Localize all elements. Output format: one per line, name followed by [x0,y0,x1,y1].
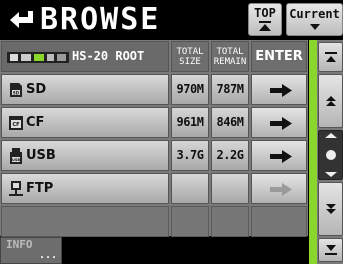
scroll-to-top-button[interactable] [318,42,343,72]
table-row-empty [0,205,308,238]
scroll-to-bottom-button[interactable] [318,238,343,262]
top-button[interactable]: TOP [248,3,282,36]
svg-text:SD: SD [13,90,20,95]
current-button-label: Current [289,7,340,21]
info-more-indicator: ... [38,250,57,261]
page-title: BROWSE [40,2,161,37]
total-remain-header: TOTAL REMAIN [211,41,249,72]
back-arrow-icon[interactable] [6,8,36,32]
enter-header: ENTER [251,41,307,72]
scroll-bottom-icon [324,245,337,255]
total-size-header: TOTAL SIZE [171,41,209,72]
browse-table: HS-20 ROOT TOTAL SIZE TOTAL REMAIN ENTER… [0,40,308,238]
enter-button[interactable] [251,74,307,105]
total-remain-value: 846M [211,107,249,138]
right-arrow-icon [270,84,292,97]
device-label: FTP [26,181,54,196]
svg-text:CF: CF [12,122,19,128]
table-row: SD SD 970M 787M [0,73,308,106]
empty-cell [251,206,307,237]
scroll-thumb[interactable] [318,130,343,180]
page-up-icon [325,96,336,106]
scroll-thumb-icon [324,133,337,177]
scroll-rail [309,40,317,264]
header-bar: BROWSE TOP Current [0,0,343,40]
device-label: SD [26,82,47,97]
total-size-value: 3.7G [171,140,209,171]
page-up-button[interactable] [318,74,343,128]
usb-icon: USB [10,148,22,164]
device-label: CF [26,115,45,130]
svg-text:USB: USB [12,158,20,162]
root-label: HS-20 ROOT [72,49,145,63]
device-name-cell[interactable]: SD SD [1,74,169,105]
device-name-cell[interactable]: CF CF [1,107,169,138]
ftp-icon [9,181,23,196]
total-remain-value: 787M [211,74,249,105]
current-button[interactable]: Current [286,3,343,36]
total-size-value: 961M [171,107,209,138]
sd-card-icon: SD [10,83,22,97]
empty-cell [211,206,249,237]
device-name-cell[interactable]: FTP [1,173,169,204]
top-button-label: TOP [254,6,276,20]
up-arrow-icon [259,24,271,31]
media-slots-icon [7,52,69,63]
total-size-value: 970M [171,74,209,105]
total-remain-value [211,173,249,204]
right-arrow-icon [270,183,292,196]
footer-bar [62,237,308,264]
scrollbar[interactable] [317,40,343,264]
enter-button-disabled [251,173,307,204]
empty-cell [171,206,209,237]
table-row: USB USB 3.7G 2.2G [0,139,308,172]
right-arrow-icon [270,117,292,130]
total-size-value [171,173,209,204]
table-row: CF CF 961M 846M [0,106,308,139]
right-arrow-icon [270,150,292,163]
info-label: INFO [6,238,33,251]
scroll-top-icon [324,52,337,62]
chevron-down-icon [309,24,320,30]
top-bar-icon [259,21,271,23]
empty-cell [1,206,169,237]
page-down-button[interactable] [318,182,343,236]
device-name-cell[interactable]: USB USB [1,140,169,171]
info-button[interactable]: INFO ... [0,237,62,264]
enter-button[interactable] [251,107,307,138]
total-remain-value: 2.2G [211,140,249,171]
enter-button[interactable] [251,140,307,171]
table-row: FTP [0,172,308,205]
page-down-icon [325,204,336,214]
table-header-row: HS-20 ROOT TOTAL SIZE TOTAL REMAIN ENTER [0,40,308,73]
device-label: USB [26,148,56,163]
cf-card-icon: CF [9,116,23,130]
root-folder-cell[interactable]: HS-20 ROOT [1,41,169,72]
